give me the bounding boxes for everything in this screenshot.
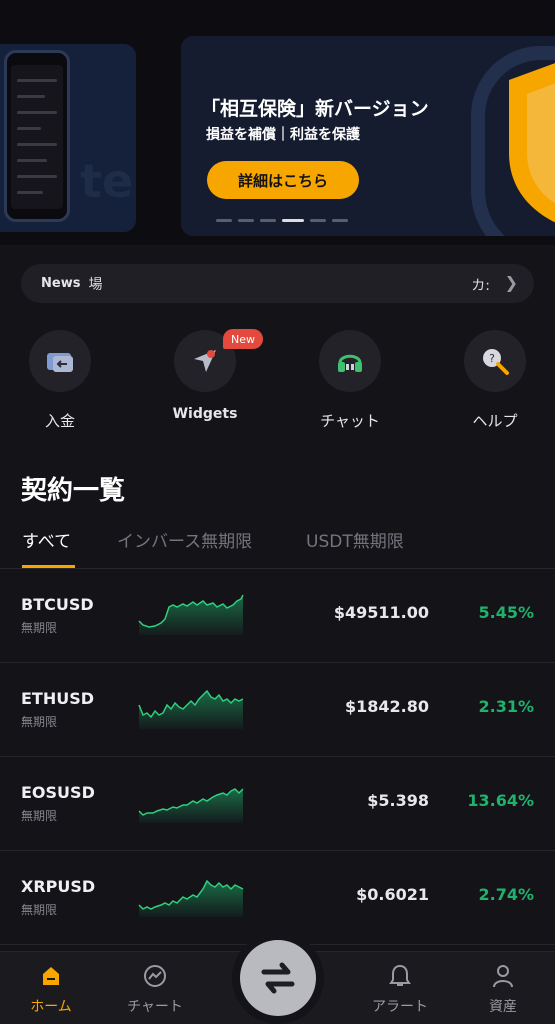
widgets-pointer-icon <box>194 350 216 372</box>
new-badge: New <box>223 329 263 349</box>
sparkline-chart <box>138 788 244 823</box>
contract-change: 5.45% <box>478 603 534 622</box>
contract-row-ethusd[interactable]: ETHUSD 無期限 $1842.80 2.31% <box>0 663 555 757</box>
nav-home-label: ホーム <box>30 999 72 1015</box>
shield-icon <box>509 63 555 223</box>
deposit-label: 入金 <box>44 412 75 430</box>
contract-row-xrpusd[interactable]: XRPUSD 無期限 $0.6021 2.74% <box>0 851 555 945</box>
svg-text:?: ? <box>489 352 495 365</box>
contract-type: 無期限 <box>21 903 58 917</box>
contract-row-eosusd[interactable]: EOSUSD 無期限 $5.398 13.64% <box>0 757 555 851</box>
help-label: ヘルプ <box>472 412 518 430</box>
contract-symbol: BTCUSD <box>21 595 94 614</box>
deposit-wallet-icon <box>47 353 73 372</box>
contract-change: 13.64% <box>467 791 534 810</box>
news-headline: 場 <box>88 276 103 293</box>
contracts-title: 契約一覧 <box>21 476 126 506</box>
news-label: News <box>41 276 81 291</box>
user-icon <box>493 965 513 988</box>
chevron-right-icon[interactable]: ❯ <box>505 273 518 292</box>
nav-home[interactable]: ホーム <box>6 962 96 1016</box>
sparkline-chart <box>138 689 244 729</box>
help-magnifier-icon: ? <box>483 349 509 375</box>
nav-alert-label: アラート <box>372 999 428 1015</box>
tab-inverse-perpetual[interactable]: インバース無期限 <box>117 527 252 552</box>
swap-arrows-icon <box>261 962 295 994</box>
news-ticker[interactable]: News 場 カ: ❯ <box>21 264 534 303</box>
tab-all[interactable]: すべて <box>22 527 71 552</box>
tab-usdt-perpetual[interactable]: USDT無期限 <box>306 527 404 552</box>
banner-side-text: te <box>80 154 134 208</box>
nav-chart-label: チャート <box>127 999 183 1015</box>
banner-carousel[interactable]: te 「相互保険」新バージョン 損益を補償｜利益を保護 詳細はこちら <box>0 0 555 245</box>
headset-icon <box>338 354 362 372</box>
contract-price: $5.398 <box>367 791 429 810</box>
banner-title: 「相互保険」新バージョン <box>201 98 429 120</box>
details-button[interactable]: 詳細はこちら <box>207 161 359 199</box>
deposit-action[interactable]: 入金 <box>10 330 110 431</box>
contract-row-btcusd[interactable]: BTCUSD 無期限 $49511.00 5.45% <box>0 569 555 663</box>
contract-change: 2.74% <box>478 885 534 904</box>
contract-price: $0.6021 <box>356 885 429 904</box>
news-headline-next: カ: <box>471 278 490 294</box>
nav-alert[interactable]: アラート <box>355 962 445 1016</box>
nav-assets-label: 資産 <box>489 999 517 1015</box>
sparkline-chart <box>138 594 244 635</box>
chart-icon <box>144 965 166 987</box>
contract-symbol: EOSUSD <box>21 783 95 802</box>
home-icon <box>43 967 59 985</box>
bell-icon <box>389 964 411 986</box>
nav-assets[interactable]: 資産 <box>458 962 548 1016</box>
contract-symbol: XRPUSD <box>21 877 96 896</box>
trade-swap-button[interactable] <box>240 940 316 1016</box>
banner-previous-slide[interactable]: te <box>0 44 136 232</box>
contract-list: BTCUSD 無期限 $49511.00 5.45% ETHUSD 無期限 $1… <box>0 569 555 945</box>
chat-label: チャット <box>320 412 380 430</box>
nav-chart[interactable]: チャート <box>110 962 200 1016</box>
app-screen: te 「相互保険」新バージョン 損益を補償｜利益を保護 詳細はこちら News … <box>0 0 555 1024</box>
banner-insurance-slide[interactable]: 「相互保険」新バージョン 損益を補償｜利益を保護 詳細はこちら <box>181 36 555 236</box>
banner-subtitle: 損益を補償｜利益を保護 <box>206 127 360 143</box>
contract-type: 無期限 <box>21 809 58 823</box>
contract-type: 無期限 <box>21 715 58 729</box>
help-action[interactable]: ? ヘルプ <box>445 330 545 431</box>
contract-price: $1842.80 <box>344 697 429 716</box>
widgets-label: Widgets <box>172 406 238 422</box>
carousel-indicator <box>216 219 348 222</box>
sparkline-chart <box>138 879 244 917</box>
chat-action[interactable]: チャット <box>300 330 400 431</box>
contract-change: 2.31% <box>478 697 534 716</box>
contract-symbol: ETHUSD <box>21 689 95 708</box>
phone-illustration <box>4 50 70 222</box>
contract-price: $49511.00 <box>333 603 429 622</box>
contract-type: 無期限 <box>21 621 58 635</box>
